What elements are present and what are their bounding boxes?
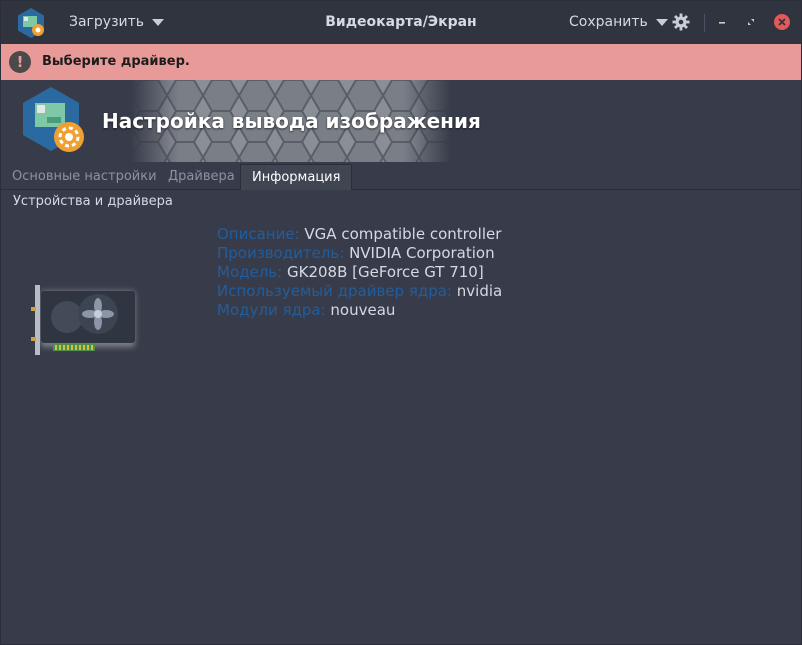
chevron-down-icon [655, 18, 668, 26]
info-value: VGA compatible controller [304, 225, 502, 243]
info-key: Используемый драйвер ядра: [217, 282, 452, 300]
page-title: Настройка вывода изображения [102, 109, 481, 133]
main-window: Загрузить Видеокарта/Экран Сохранить ! В… [0, 0, 802, 645]
info-row-model: Модель: GK208B [GeForce GT 710] [217, 263, 502, 282]
tab-basic-settings[interactable]: Основные настройки [1, 164, 168, 189]
close-icon [774, 14, 790, 30]
info-key: Производитель: [217, 244, 345, 262]
info-key: Модель: [217, 263, 283, 281]
info-row-description: Описание: VGA compatible controller [217, 225, 502, 244]
gear-icon[interactable] [672, 13, 690, 31]
header-banner: Настройка вывода изображения [1, 80, 801, 162]
minimize-button[interactable] [714, 13, 732, 31]
driver-alert-bar: ! Выберите драйвер. [1, 44, 801, 80]
info-row-vendor: Производитель: NVIDIA Corporation [217, 244, 502, 263]
alert-message: Выберите драйвер. [42, 54, 190, 69]
display-settings-icon [23, 87, 84, 152]
maximize-button[interactable] [742, 13, 760, 31]
load-button[interactable]: Загрузить [69, 14, 165, 30]
warning-icon: ! [9, 51, 31, 73]
tab-information[interactable]: Информация [240, 164, 353, 190]
info-value: NVIDIA Corporation [349, 244, 495, 262]
chevron-down-icon [152, 18, 165, 26]
load-button-label: Загрузить [69, 14, 145, 30]
save-button[interactable]: Сохранить [569, 14, 668, 30]
info-key: Описание: [217, 225, 300, 243]
info-row-kernel-driver: Используемый драйвер ядра: nvidia [217, 282, 502, 301]
titlebar-separator [704, 14, 705, 32]
devices-section-label: Устройства и драйвера [13, 194, 173, 209]
device-info-list: Описание: VGA compatible controller Прои… [217, 225, 502, 320]
titlebar: Загрузить Видеокарта/Экран Сохранить [1, 1, 801, 44]
info-value: nouveau [330, 301, 396, 319]
info-key: Модули ядра: [217, 301, 326, 319]
info-row-kernel-modules: Модули ядра: nouveau [217, 301, 502, 320]
close-button[interactable] [773, 13, 791, 31]
app-display-icon [18, 8, 44, 38]
info-value: nvidia [456, 282, 503, 300]
minimize-icon [719, 22, 725, 24]
tab-drivers[interactable]: Драйвера [157, 164, 246, 189]
info-value: GK208B [GeForce GT 710] [286, 263, 484, 281]
save-button-label: Сохранить [569, 14, 648, 30]
maximize-icon [748, 19, 754, 25]
graphics-card-icon [31, 285, 135, 355]
tab-bar: Основные настройки Драйвера Информация [1, 164, 801, 190]
